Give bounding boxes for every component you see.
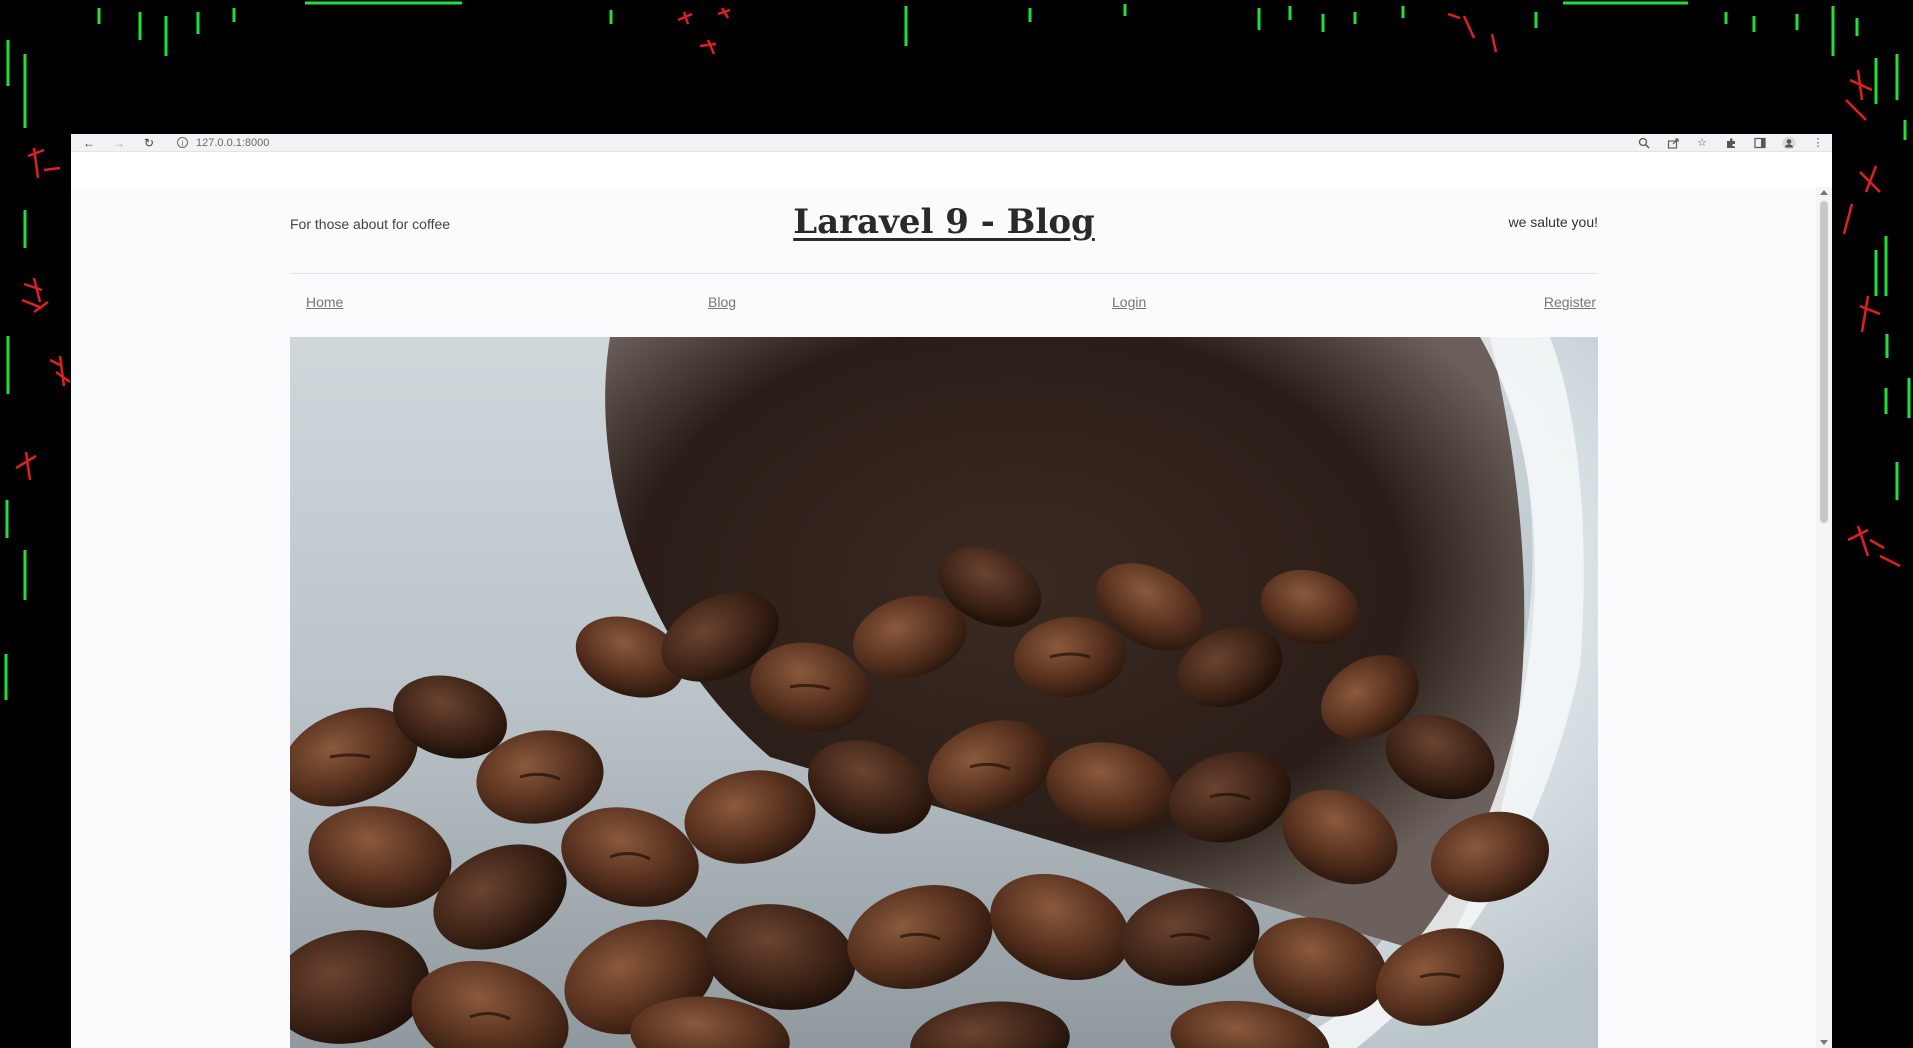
coffee-beans-image — [290, 337, 1598, 1048]
main-nav: Home Blog Login Register — [290, 274, 1598, 337]
nav-link-blog[interactable]: Blog — [708, 294, 736, 310]
nav-link-register[interactable]: Register — [1544, 294, 1596, 310]
forward-arrow-icon[interactable]: → — [109, 134, 129, 151]
nav-link-home[interactable]: Home — [306, 294, 343, 310]
site-info-icon[interactable]: i — [177, 137, 188, 148]
reload-icon[interactable]: ↻ — [139, 134, 159, 151]
browser-toolbar: ← → ↻ i 127.0.0.1:8000 ☆ ⋮ — [71, 134, 1832, 152]
address-bar[interactable]: i 127.0.0.1:8000 — [177, 135, 269, 150]
page-scrollbar[interactable] — [1816, 187, 1832, 1048]
side-panel-icon[interactable] — [1752, 135, 1768, 151]
site-title-link[interactable]: Laravel 9 - Blog — [290, 202, 1598, 242]
bookmark-area — [71, 152, 1832, 187]
site-salute: we salute you! — [1508, 214, 1599, 230]
scrollbar-thumb[interactable] — [1820, 201, 1828, 523]
profile-icon[interactable] — [1781, 135, 1797, 151]
star-icon[interactable]: ☆ — [1694, 135, 1710, 151]
url-text: 127.0.0.1:8000 — [196, 136, 270, 149]
back-arrow-icon[interactable]: ← — [79, 134, 99, 151]
hero-image — [290, 337, 1598, 1048]
share-icon[interactable] — [1665, 135, 1681, 151]
blog-page: For those about for coffee Laravel 9 - B… — [290, 187, 1598, 1048]
browser-window: ← → ↻ i 127.0.0.1:8000 ☆ ⋮ For those abo… — [71, 134, 1832, 1048]
extensions-icon[interactable] — [1723, 135, 1739, 151]
scroll-down-icon[interactable] — [1820, 1040, 1828, 1045]
menu-icon[interactable]: ⋮ — [1810, 135, 1826, 151]
nav-link-login[interactable]: Login — [1112, 294, 1146, 310]
scroll-up-icon[interactable] — [1820, 190, 1828, 195]
zoom-icon[interactable] — [1636, 135, 1652, 151]
site-header: For those about for coffee Laravel 9 - B… — [290, 187, 1598, 274]
